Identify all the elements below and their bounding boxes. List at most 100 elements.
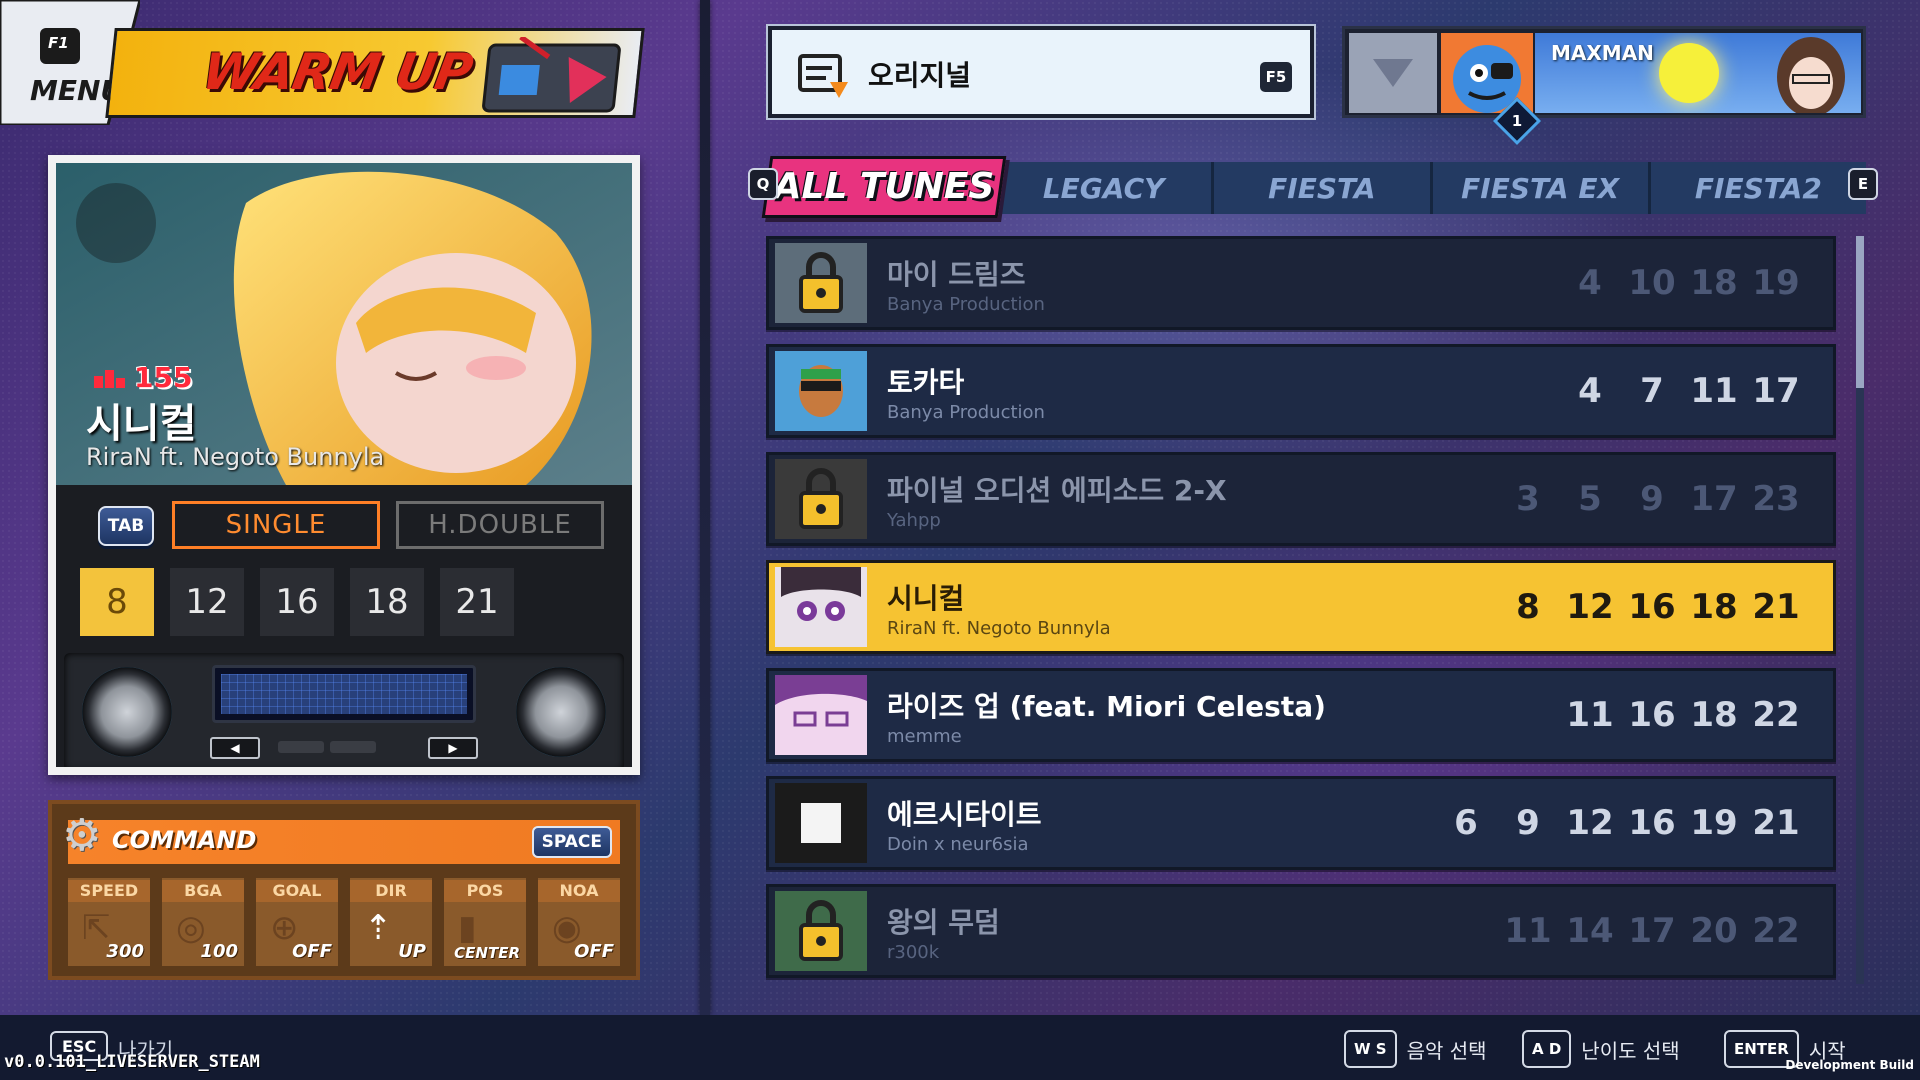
command-label: DIR	[350, 880, 432, 902]
command-label: GOAL	[256, 880, 338, 902]
lock-icon	[775, 243, 867, 323]
song-levels: 11 14 17 20 22	[1504, 911, 1800, 951]
player-name: MAXMAN	[1551, 41, 1654, 65]
category-selector[interactable]: 오리지널 F5	[768, 26, 1314, 118]
song-artist: memme	[887, 726, 962, 747]
difficulty-option[interactable]: 18	[350, 568, 424, 636]
command-pos[interactable]: POS ▮ CENTER	[444, 878, 526, 966]
warmup-deco-icon	[482, 37, 621, 113]
song-row[interactable]: 마이 드림즈 Banya Production 4 10 18 19	[766, 236, 1836, 330]
hint-label: 난이도 선택	[1581, 1038, 1680, 1063]
tab-legacy[interactable]: LEGACY	[996, 162, 1215, 214]
command-label: SPEED	[68, 880, 150, 902]
song-level-number: 155	[134, 361, 193, 394]
command-title: COMMAND	[112, 826, 257, 854]
q-key[interactable]: Q	[748, 168, 778, 200]
player-profile: MAXMAN	[1342, 26, 1866, 118]
direction-arrow-icon: ⇡	[364, 908, 393, 948]
player-slot	[278, 741, 324, 753]
song-row[interactable]: 에르시타이트 Doin x neur6sia 69 12 16 19 21	[766, 776, 1836, 870]
difficulty-selector: 8 12 16 18 21	[80, 568, 514, 636]
command-value: OFF	[574, 941, 614, 962]
command-label: POS	[444, 880, 526, 902]
version-label: v0.0.101_LIVESERVER_STEAM	[4, 1052, 260, 1072]
song-levels: 4 10 18 19	[1578, 263, 1800, 303]
ws-keys: W S	[1344, 1030, 1397, 1068]
song-level-badge: 155	[92, 361, 192, 394]
profile-dropdown-button[interactable]	[1349, 33, 1437, 113]
command-value: OFF	[292, 941, 332, 962]
command-goal[interactable]: GOAL ⊕ OFF	[256, 878, 338, 966]
gear-icon: ⚙	[62, 810, 102, 861]
scrollbar-thumb[interactable]	[1856, 236, 1864, 388]
command-bga[interactable]: BGA ◎ 100	[162, 878, 244, 966]
selected-song-artist: RiraN ft. Negoto Bunnyla	[86, 443, 385, 471]
warmup-banner: WARM UP	[105, 28, 645, 118]
tab-fiesta-ex[interactable]: FIESTA EX	[1433, 162, 1651, 214]
ad-keys: A D	[1522, 1030, 1572, 1068]
song-artist: RiraN ft. Negoto Bunnyla	[887, 618, 1111, 639]
character-portrait-icon	[1777, 37, 1845, 113]
song-artist: Doin x neur6sia	[887, 834, 1029, 855]
command-label: BGA	[162, 880, 244, 902]
difficulty-option[interactable]: 12	[170, 568, 244, 636]
hint-difficulty-select: A D 난이도 선택	[1522, 1030, 1680, 1068]
song-title: 시니컬	[887, 582, 965, 615]
song-levels: 69 12 16 19 21	[1454, 803, 1800, 843]
tab-key[interactable]: TAB	[98, 506, 154, 546]
song-row[interactable]: 라이즈 업 (feat. Miori Celesta) memme 11 16 1…	[766, 668, 1836, 762]
f5-key[interactable]: F5	[1260, 62, 1292, 92]
hint-label: 음악 선택	[1406, 1038, 1487, 1063]
song-thumbnail	[775, 243, 867, 323]
command-panel: ⚙ COMMAND SPACE SPEED ⇱ 300 BGA ◎ 100 GO…	[48, 800, 640, 980]
song-title: 토카타	[887, 366, 965, 399]
song-thumbnail	[775, 891, 867, 971]
space-key[interactable]: SPACE	[531, 826, 612, 858]
song-title: 파이널 오디션 에피소드 2-X	[887, 474, 1227, 507]
warmup-title: WARM UP	[198, 43, 477, 101]
tab-fiesta[interactable]: FIESTA	[1214, 162, 1433, 214]
song-row[interactable]: 파이널 오디션 에피소드 2-X Yahpp 35 9 17 23	[766, 452, 1836, 546]
song-artist: Banya Production	[887, 294, 1045, 315]
song-row[interactable]: 토카타 Banya Production 47 11 17	[766, 344, 1836, 438]
difficulty-option[interactable]: 8	[80, 568, 154, 636]
hint-song-select: W S 음악 선택	[1344, 1030, 1487, 1068]
song-title: 왕의 무덤	[887, 906, 1000, 939]
song-thumbnail	[775, 783, 867, 863]
mode-single-button[interactable]: SINGLE	[172, 501, 380, 549]
right-speaker-icon	[516, 667, 606, 757]
song-row[interactable]: 왕의 무덤 r300k 11 14 17 20 22	[766, 884, 1836, 978]
position-icon: ▮	[458, 908, 477, 948]
difficulty-option[interactable]: 21	[440, 568, 514, 636]
development-build-label: Development Build	[1785, 1058, 1914, 1072]
tab-all-tunes[interactable]: ALL TUNES	[761, 156, 1007, 218]
song-levels: 8 12 16 18 21	[1516, 587, 1800, 627]
song-thumbnail	[775, 567, 867, 647]
command-value: 100	[200, 941, 238, 962]
lock-icon	[775, 459, 867, 539]
command-noa[interactable]: NOA ◉ OFF	[538, 878, 620, 966]
command-speed[interactable]: SPEED ⇱ 300	[68, 878, 150, 966]
song-artist: Banya Production	[887, 402, 1045, 423]
song-thumbnail	[775, 459, 867, 539]
left-speaker-icon	[82, 667, 172, 757]
command-header: ⚙ COMMAND SPACE	[62, 810, 620, 864]
tab-fiesta2[interactable]: FIESTA2	[1651, 162, 1866, 214]
song-artist: r300k	[887, 942, 940, 963]
difficulty-option[interactable]: 16	[260, 568, 334, 636]
lock-icon	[775, 891, 867, 971]
mode-half-double-button[interactable]: H.DOUBLE	[396, 501, 604, 549]
song-thumbnail	[775, 351, 867, 431]
next-button[interactable]: ▶	[428, 737, 478, 759]
song-artist: Yahpp	[887, 510, 941, 531]
song-title: 마이 드림즈	[887, 258, 1026, 291]
song-row-selected[interactable]: 시니컬 RiraN ft. Negoto Bunnyla 8 12 16 18 21	[766, 560, 1836, 654]
chevron-down-icon	[1373, 59, 1413, 87]
song-thumbnail	[775, 675, 867, 755]
rank-number: 1	[1511, 112, 1523, 130]
sun-icon	[1659, 43, 1719, 103]
command-label: NOA	[538, 880, 620, 902]
e-key[interactable]: E	[1848, 168, 1878, 200]
command-dir[interactable]: DIR ⇡ UP	[350, 878, 432, 966]
previous-button[interactable]: ◀	[210, 737, 260, 759]
